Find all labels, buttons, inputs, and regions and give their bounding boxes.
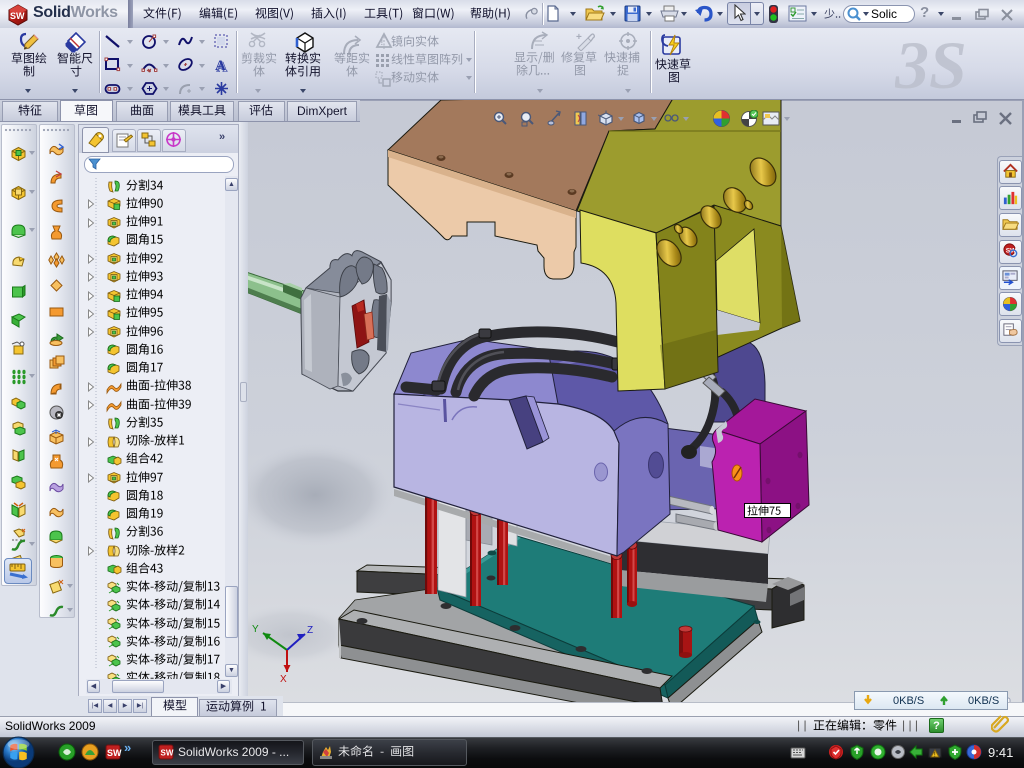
svg-text:Y: Y: [252, 624, 259, 635]
svg-text:X: X: [280, 674, 287, 685]
svg-text:SW: SW: [161, 749, 174, 758]
svg-text:SW: SW: [107, 748, 122, 758]
svg-text:Z: Z: [307, 625, 313, 636]
